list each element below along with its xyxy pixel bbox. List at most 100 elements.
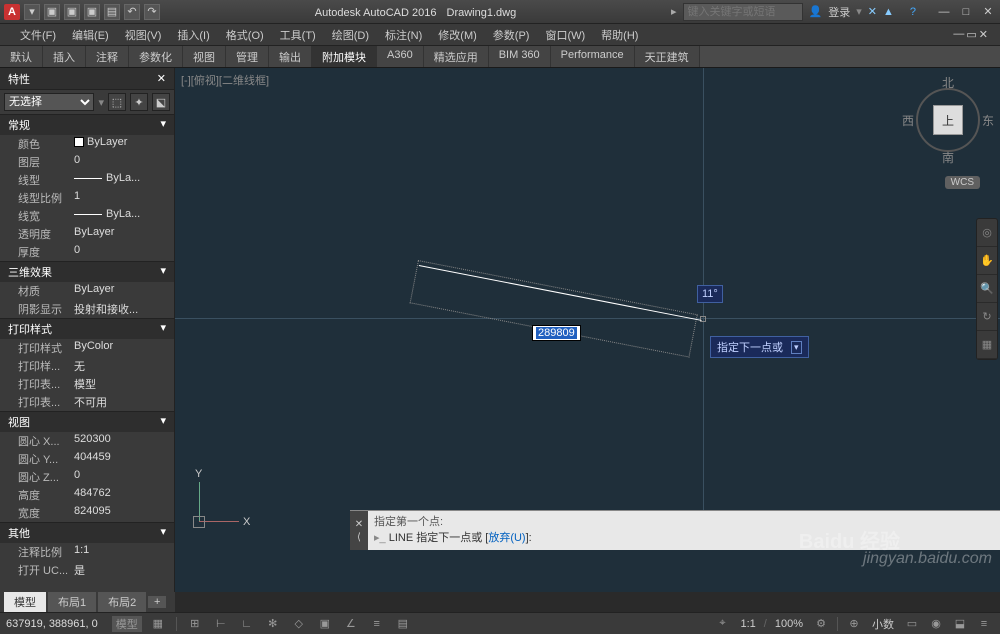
viewport-label[interactable]: [-][俯视][二维线框] [181, 72, 269, 88]
mdi-close-icon[interactable]: ✕ [979, 28, 988, 41]
cmdline-close-icon[interactable]: ✕ [355, 519, 363, 530]
nav-orbit-icon[interactable]: ↻ [977, 303, 997, 331]
ribbon-tab[interactable]: 视图 [183, 46, 226, 67]
status-iso-icon[interactable]: ◇ [289, 616, 309, 632]
qat-redo-icon[interactable]: ↷ [144, 4, 160, 20]
properties-row[interactable]: 打印样式ByColor [0, 339, 174, 357]
ribbon-tab[interactable]: 插入 [43, 46, 86, 67]
properties-row[interactable]: 图层0 [0, 153, 174, 171]
properties-row[interactable]: 圆心 Z...0 [0, 468, 174, 486]
dynamic-length-input[interactable]: 289809 [532, 325, 581, 341]
ribbon-tab[interactable]: BIM 360 [489, 46, 551, 67]
qat-print-icon[interactable]: ▤ [104, 4, 120, 20]
menu-item[interactable]: 插入(I) [169, 25, 217, 45]
qat-saveas-icon[interactable]: ▣ [84, 4, 100, 20]
menu-item[interactable]: 帮助(H) [593, 25, 646, 45]
add-layout-tab[interactable]: + [148, 596, 166, 608]
viewcube[interactable]: 北 南 东 西 上 [908, 80, 988, 160]
qat-open-icon[interactable]: ▣ [44, 4, 60, 20]
maximize-icon[interactable]: □ [958, 5, 974, 19]
properties-row[interactable]: 线型比例1 [0, 189, 174, 207]
tab-model[interactable]: 模型 [4, 592, 46, 612]
status-wsswitch-icon[interactable]: ⊕ [844, 616, 864, 632]
ribbon-tab[interactable]: 精选应用 [424, 46, 489, 67]
properties-row[interactable]: 圆心 Y...404459 [0, 450, 174, 468]
dynamic-prompt[interactable]: 指定下一点或 ▾ [710, 336, 809, 358]
app-logo[interactable]: A [4, 4, 20, 20]
properties-close-icon[interactable]: ✕ [157, 72, 166, 85]
status-clean-icon[interactable]: ▭ [902, 616, 922, 632]
search-input[interactable] [683, 3, 803, 21]
status-snap-icon[interactable]: ⊞ [185, 616, 205, 632]
status-units[interactable]: 小数 [872, 616, 894, 632]
status-lineweight-icon[interactable]: ≡ [367, 616, 387, 632]
status-hardware-icon[interactable]: ⬓ [950, 616, 970, 632]
selection-dropdown[interactable]: 无选择 [4, 93, 94, 111]
status-isolate-icon[interactable]: ◉ [926, 616, 946, 632]
menu-item[interactable]: 格式(O) [218, 25, 272, 45]
status-transparency-icon[interactable]: ▤ [393, 616, 413, 632]
help-icon[interactable]: ? [910, 6, 916, 18]
qat-new-icon[interactable]: ▾ [24, 4, 40, 20]
status-polar-icon[interactable]: ✻ [263, 616, 283, 632]
ribbon-tab[interactable]: 默认 [0, 46, 43, 67]
menu-item[interactable]: 编辑(E) [64, 25, 117, 45]
ribbon-tab[interactable]: 天正建筑 [635, 46, 700, 67]
properties-row[interactable]: 注释比例1:1 [0, 543, 174, 561]
properties-row[interactable]: 圆心 X...520300 [0, 432, 174, 450]
ribbon-tab[interactable]: A360 [377, 46, 424, 67]
quickselect-icon[interactable]: ⬚ [108, 93, 126, 111]
tab-layout[interactable]: 布局2 [98, 592, 146, 612]
ribbon-tab[interactable]: 输出 [269, 46, 312, 67]
ribbon-tab[interactable]: 附加模块 [312, 46, 377, 67]
nav-wheel-icon[interactable]: ◎ [977, 219, 997, 247]
exchange-icon[interactable]: ✕ [868, 5, 877, 18]
signin-label[interactable]: 登录 [828, 4, 850, 20]
nav-showmotion-icon[interactable]: ▦ [977, 331, 997, 359]
qat-save-icon[interactable]: ▣ [64, 4, 80, 20]
viewcube-top-face[interactable]: 上 [933, 105, 963, 135]
properties-row[interactable]: 打开 UC...是 [0, 561, 174, 579]
dynamic-prompt-options-icon[interactable]: ▾ [791, 341, 802, 354]
menu-item[interactable]: 参数(P) [485, 25, 538, 45]
properties-row[interactable]: 宽度824095 [0, 504, 174, 522]
tab-layout[interactable]: 布局1 [48, 592, 96, 612]
cmdline-input[interactable]: ▸_ LINE 指定下一点或 [放弃(U)]: [374, 529, 994, 545]
qat-undo-icon[interactable]: ↶ [124, 4, 140, 20]
properties-row[interactable]: 材质ByLayer [0, 282, 174, 300]
properties-row[interactable]: 线宽ByLa... [0, 207, 174, 225]
pickadd-icon[interactable]: ✦ [130, 93, 148, 111]
menu-item[interactable]: 文件(F) [12, 25, 64, 45]
status-modelspace-toggle[interactable]: 模型 [112, 616, 142, 632]
properties-row[interactable]: 厚度0 [0, 243, 174, 261]
selectobjects-icon[interactable]: ⬕ [152, 93, 170, 111]
nav-zoom-icon[interactable]: 🔍 [977, 275, 997, 303]
properties-section-header[interactable]: 其他▾ [0, 522, 174, 543]
a360-icon[interactable]: ▲ [883, 6, 894, 18]
properties-section-header[interactable]: 打印样式▾ [0, 318, 174, 339]
ribbon-tab[interactable]: 注释 [86, 46, 129, 67]
menu-item[interactable]: 工具(T) [272, 25, 324, 45]
properties-row[interactable]: 打印表...模型 [0, 375, 174, 393]
status-gear-icon[interactable]: ⚙ [811, 616, 831, 632]
nav-pan-icon[interactable]: ✋ [977, 247, 997, 275]
signin-icon[interactable]: 👤 [809, 5, 823, 18]
status-ortho-icon[interactable]: ∟ [237, 616, 257, 632]
minimize-icon[interactable]: — [936, 5, 952, 19]
status-customize-icon[interactable]: ≡ [974, 616, 994, 632]
properties-row[interactable]: 阴影显示投射和接收... [0, 300, 174, 318]
menu-item[interactable]: 窗口(W) [537, 25, 593, 45]
wcs-badge[interactable]: WCS [945, 176, 980, 189]
properties-section-header[interactable]: 常规▾ [0, 114, 174, 135]
menu-item[interactable]: 视图(V) [117, 25, 170, 45]
close-icon[interactable]: ✕ [980, 5, 996, 19]
properties-row[interactable]: 线型ByLa... [0, 171, 174, 189]
properties-section-header[interactable]: 视图▾ [0, 411, 174, 432]
properties-row[interactable]: 打印表...不可用 [0, 393, 174, 411]
cmdline-handle-icon[interactable]: ⟨ [357, 532, 361, 543]
status-osnap-icon[interactable]: ▣ [315, 616, 335, 632]
status-scale[interactable]: 1:1 [741, 618, 756, 630]
mdi-restore-icon[interactable]: ▭ [966, 28, 976, 41]
ribbon-tab[interactable]: Performance [551, 46, 635, 67]
mdi-minimize-icon[interactable]: — [953, 28, 964, 41]
